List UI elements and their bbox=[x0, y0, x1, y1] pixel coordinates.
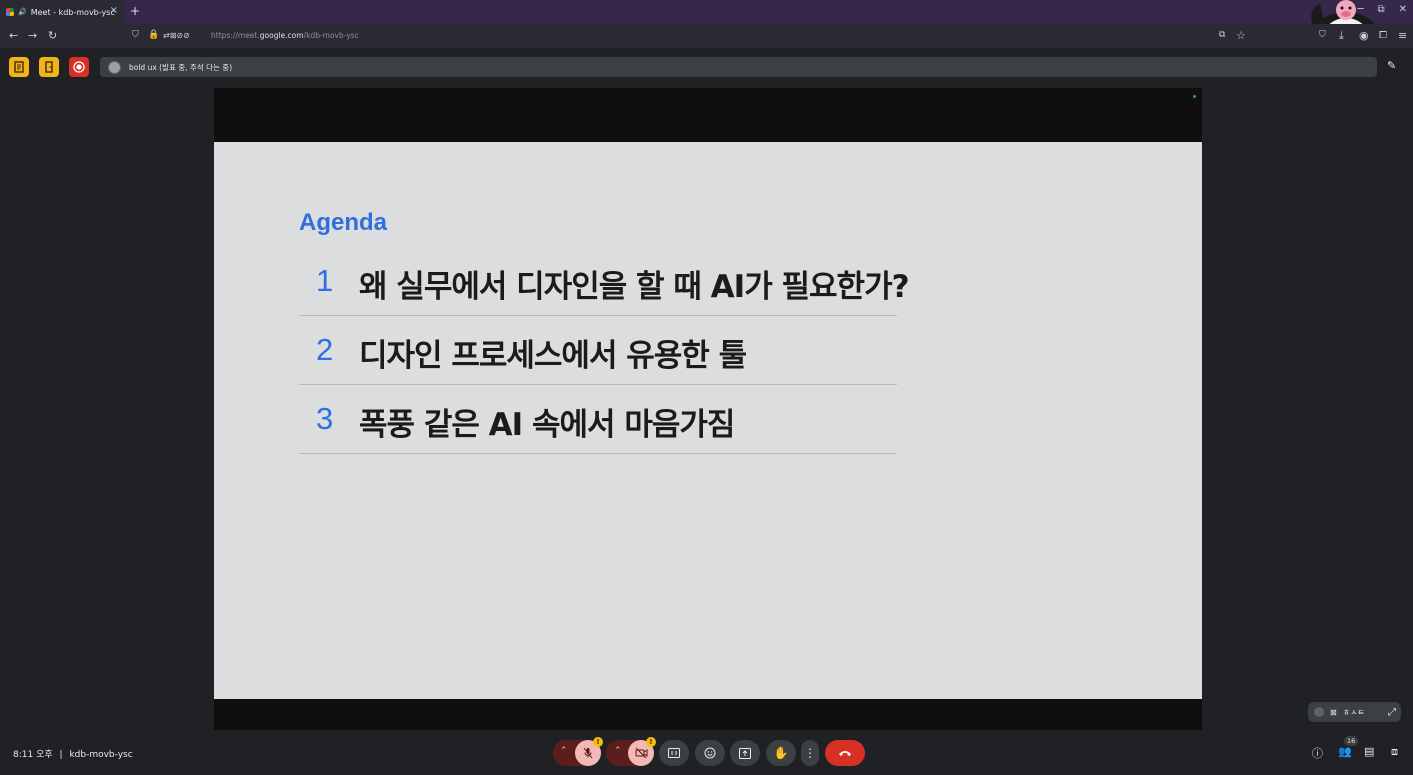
people-icon[interactable]: 👥 bbox=[1338, 745, 1352, 758]
agenda-text: 왜 실무에서 디자인을 할 때 AI가 필요한가? bbox=[359, 269, 910, 305]
mic-options-chevron-icon[interactable]: ⌃ bbox=[560, 746, 568, 756]
agenda-number: 2 bbox=[316, 332, 334, 367]
captions-icon bbox=[668, 748, 680, 758]
agenda-item: 3 폭풍 같은 AI 속에서 마음가짐 bbox=[299, 385, 897, 454]
mic-off-icon bbox=[583, 747, 593, 759]
expand-icon[interactable]: ⤢ bbox=[1388, 707, 1396, 718]
back-icon[interactable]: ← bbox=[9, 29, 18, 42]
camera-options-chevron-icon[interactable]: ⌃ bbox=[614, 746, 622, 756]
reactions-button[interactable] bbox=[695, 740, 725, 766]
notes-icon bbox=[14, 61, 24, 73]
bookmark-star-icon[interactable]: ☆ bbox=[1236, 29, 1246, 42]
menu-icon[interactable]: ≡ bbox=[1398, 29, 1407, 42]
reload-icon[interactable]: ↻ bbox=[48, 29, 57, 42]
present-button[interactable] bbox=[730, 740, 760, 766]
stage-letterbox-top bbox=[214, 88, 1202, 142]
slide-title: Agenda bbox=[299, 209, 388, 236]
presentation-title: bold ux (발표 중, 주석 다는 중) bbox=[129, 62, 233, 72]
stage-letterbox-bottom bbox=[214, 699, 1202, 730]
extension-button-1[interactable] bbox=[9, 57, 29, 77]
account-icon[interactable]: ◉ bbox=[1359, 29, 1369, 42]
meeting-details-icon[interactable]: ⓘ bbox=[1312, 745, 1323, 761]
extensions-icon[interactable]: ⧠ bbox=[1379, 30, 1387, 41]
door-icon bbox=[45, 61, 53, 73]
present-screen-icon bbox=[739, 747, 751, 759]
camera-off-icon: ⊠ bbox=[1330, 707, 1337, 717]
agenda-number: 3 bbox=[316, 401, 334, 436]
mic-warning-badge: ! bbox=[593, 737, 603, 747]
lock-icon[interactable]: 🔒 bbox=[148, 30, 159, 40]
agenda-text: 디자인 프로세스에서 유용한 툴 bbox=[359, 338, 747, 374]
hand-icon: ✋ bbox=[773, 746, 789, 760]
annotate-pen-icon[interactable]: ✎ bbox=[1387, 59, 1396, 72]
browser-tab[interactable]: 🔊 Meet - kdb-movb-ysc × bbox=[0, 0, 124, 24]
mic-off-icon bbox=[1314, 707, 1324, 717]
permissions-icon[interactable]: ⇄⊠⊘⊘ bbox=[163, 31, 190, 40]
window-close-icon[interactable]: ✕ bbox=[1399, 4, 1407, 15]
presentation-title-bar: bold ux (발표 중, 주석 다는 중) bbox=[100, 57, 1377, 77]
new-tab-icon[interactable]: + bbox=[130, 4, 140, 18]
meet-favicon-icon bbox=[6, 8, 14, 16]
agenda-item: 2 디자인 프로세스에서 유용한 툴 bbox=[299, 316, 897, 385]
more-vert-icon: ⋮ bbox=[804, 746, 816, 760]
camera-warning-badge: ! bbox=[646, 737, 656, 747]
activities-icon[interactable]: ⧈ bbox=[1391, 745, 1398, 759]
browser-navbar: ← → ↻ ⛉ 🔒 ⇄⊠⊘⊘ https://meet.google.com/k… bbox=[0, 24, 1413, 48]
extension-button-2[interactable] bbox=[39, 57, 59, 77]
record-icon bbox=[73, 61, 85, 73]
captions-button[interactable] bbox=[659, 740, 689, 766]
download-icon[interactable]: ⤓ bbox=[1339, 29, 1344, 43]
presenting-indicator bbox=[1193, 95, 1196, 98]
clock: 8:11 오후 bbox=[13, 750, 53, 760]
more-options-button[interactable]: ⋮ bbox=[801, 740, 819, 766]
tab-title: Meet - kdb-movb-ysc bbox=[30, 7, 115, 17]
separator: | bbox=[59, 750, 63, 760]
hang-up-icon bbox=[839, 751, 851, 756]
agenda-item: 1 왜 실무에서 디자인을 할 때 AI가 필요한가? bbox=[299, 247, 910, 316]
record-button[interactable] bbox=[69, 57, 89, 77]
emoji-icon bbox=[704, 747, 716, 759]
agenda-text: 폭풍 같은 AI 속에서 마음가짐 bbox=[359, 407, 735, 443]
tab-close-icon[interactable]: × bbox=[110, 5, 118, 16]
browser-tabbar: 🔊 Meet - kdb-movb-ysc × + ─ ⧉ ✕ bbox=[0, 0, 1413, 24]
self-tile-label: ㅎㅅㅌ bbox=[1342, 707, 1365, 717]
chat-icon[interactable]: ▤ bbox=[1364, 745, 1374, 758]
speaker-icon[interactable]: 🔊 bbox=[18, 8, 27, 16]
self-view-tile[interactable]: ⊠ ㅎㅅㅌ ⤢ bbox=[1308, 702, 1401, 722]
translate-icon[interactable]: ⧉ bbox=[1219, 30, 1225, 40]
meeting-code: kdb-movb-ysc bbox=[69, 750, 133, 760]
meeting-info: 8:11 오후 | kdb-movb-ysc bbox=[13, 747, 133, 760]
url-bar[interactable]: https://meet.google.com/kdb-movb-ysc bbox=[211, 31, 359, 40]
raise-hand-button[interactable]: ✋ bbox=[766, 740, 796, 766]
end-call-button[interactable] bbox=[825, 740, 865, 766]
forward-icon[interactable]: → bbox=[28, 29, 37, 42]
agenda-number: 1 bbox=[316, 263, 334, 298]
pocket-icon[interactable]: ⛉ bbox=[1319, 30, 1326, 40]
shield-icon[interactable]: ⛉ bbox=[132, 30, 139, 40]
avatar bbox=[108, 60, 121, 74]
participant-count-badge: 16 bbox=[1344, 736, 1359, 746]
camera-off-icon bbox=[635, 747, 647, 759]
